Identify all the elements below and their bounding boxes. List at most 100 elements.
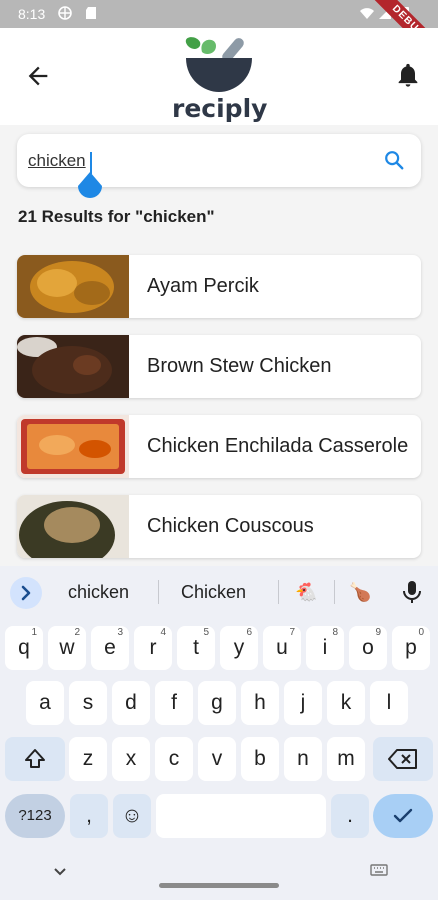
notifications-bell-icon[interactable] bbox=[394, 61, 422, 89]
key-l[interactable]: l bbox=[370, 681, 408, 725]
logo-text: reciply bbox=[172, 94, 268, 123]
key-f[interactable]: f bbox=[155, 681, 193, 725]
chevron-right-icon bbox=[21, 585, 31, 601]
key-o[interactable]: o9 bbox=[349, 626, 387, 670]
divider bbox=[158, 580, 159, 604]
key-z[interactable]: z bbox=[69, 737, 107, 781]
key-label: y bbox=[233, 636, 245, 659]
key-hint: 1 bbox=[31, 627, 37, 638]
sd-card-icon bbox=[86, 7, 96, 19]
key-a[interactable]: a bbox=[26, 681, 64, 725]
key-s[interactable]: s bbox=[69, 681, 107, 725]
key-hint: 8 bbox=[332, 627, 338, 638]
navigation-bar bbox=[0, 858, 438, 900]
cursor-handle-icon[interactable] bbox=[78, 172, 102, 200]
shift-key[interactable] bbox=[5, 737, 65, 781]
on-screen-keyboard: chicken Chicken 🐔 🍗 q1 w2 e3 r4 t5 y6 u7… bbox=[0, 566, 438, 900]
key-b[interactable]: b bbox=[241, 737, 279, 781]
key-label: t bbox=[193, 636, 199, 659]
key-hint: 4 bbox=[160, 627, 166, 638]
key-hint: 6 bbox=[246, 627, 252, 638]
status-bar: 8:13 DEBUG bbox=[0, 0, 438, 71]
recipe-card[interactable]: Chicken Enchilada Casserole bbox=[17, 415, 421, 478]
suggestion-word[interactable]: Chicken bbox=[181, 582, 246, 603]
enter-key[interactable] bbox=[373, 794, 433, 838]
emoji-suggestion[interactable]: 🍗 bbox=[349, 582, 371, 603]
recipe-name: Chicken Couscous bbox=[147, 515, 314, 537]
home-gesture-bar[interactable] bbox=[159, 883, 279, 888]
key-n[interactable]: n bbox=[284, 737, 322, 781]
text-cursor bbox=[90, 152, 92, 174]
key-g[interactable]: g bbox=[198, 681, 236, 725]
shift-arrow-icon bbox=[25, 749, 45, 768]
key-label: o bbox=[362, 636, 374, 659]
period-key[interactable]: . bbox=[331, 794, 369, 838]
spacebar[interactable] bbox=[156, 794, 326, 838]
recipe-name: Ayam Percik bbox=[147, 275, 259, 297]
key-label: w bbox=[59, 636, 75, 659]
key-u[interactable]: u7 bbox=[263, 626, 301, 670]
recipe-thumbnail bbox=[17, 495, 129, 558]
key-w[interactable]: w2 bbox=[48, 626, 86, 670]
key-label: u bbox=[276, 636, 288, 659]
recipe-name: Brown Stew Chicken bbox=[147, 355, 332, 377]
wifi-icon bbox=[360, 8, 374, 19]
key-e[interactable]: e3 bbox=[91, 626, 129, 670]
chevron-down-icon[interactable] bbox=[52, 866, 68, 878]
check-icon bbox=[393, 808, 413, 823]
key-m[interactable]: m bbox=[327, 737, 365, 781]
reciply-logo: reciply bbox=[172, 34, 268, 124]
key-p[interactable]: p0 bbox=[392, 626, 430, 670]
backspace-key[interactable] bbox=[373, 737, 433, 781]
symbols-key[interactable]: ?123 bbox=[5, 794, 65, 838]
key-label: r bbox=[149, 636, 157, 659]
key-hint: 2 bbox=[74, 627, 80, 638]
key-v[interactable]: v bbox=[198, 737, 236, 781]
key-hint: 3 bbox=[117, 627, 123, 638]
app-bar: reciply bbox=[0, 28, 438, 125]
recipe-card[interactable]: Chicken Couscous bbox=[17, 495, 421, 558]
arrow-back-icon[interactable] bbox=[24, 62, 52, 90]
key-t[interactable]: t5 bbox=[177, 626, 215, 670]
emoji-key[interactable]: ☺ bbox=[113, 794, 151, 838]
key-hint: 5 bbox=[203, 627, 209, 638]
vpn-globe-icon bbox=[58, 6, 72, 20]
search-icon[interactable] bbox=[383, 149, 405, 171]
suggestion-strip: chicken Chicken 🐔 🍗 bbox=[0, 566, 438, 618]
key-h[interactable]: h bbox=[241, 681, 279, 725]
key-label: p bbox=[405, 636, 417, 659]
microphone-icon[interactable] bbox=[401, 580, 423, 604]
results-count-heading: 21 Results for "chicken" bbox=[18, 207, 215, 226]
backspace-icon bbox=[388, 749, 417, 769]
recipe-card[interactable]: Ayam Percik bbox=[17, 255, 421, 318]
keyboard-switch-icon[interactable] bbox=[370, 864, 388, 878]
key-c[interactable]: c bbox=[155, 737, 193, 781]
key-label: i bbox=[322, 636, 328, 659]
key-label: q bbox=[18, 636, 30, 659]
key-q[interactable]: q1 bbox=[5, 626, 43, 670]
comma-key[interactable]: , bbox=[70, 794, 108, 838]
key-label: e bbox=[104, 636, 116, 659]
divider bbox=[278, 580, 279, 604]
key-hint: 9 bbox=[375, 627, 381, 638]
search-input[interactable] bbox=[28, 148, 368, 174]
key-d[interactable]: d bbox=[112, 681, 150, 725]
divider bbox=[334, 580, 335, 604]
key-x[interactable]: x bbox=[112, 737, 150, 781]
status-time: 8:13 bbox=[18, 6, 46, 22]
recipe-thumbnail bbox=[17, 255, 129, 318]
expand-suggestions-button[interactable] bbox=[10, 577, 42, 609]
key-j[interactable]: j bbox=[284, 681, 322, 725]
key-hint: 7 bbox=[289, 627, 295, 638]
key-i[interactable]: i8 bbox=[306, 626, 344, 670]
suggestion-word[interactable]: chicken bbox=[68, 582, 129, 603]
emoji-suggestion[interactable]: 🐔 bbox=[295, 582, 317, 603]
key-r[interactable]: r4 bbox=[134, 626, 172, 670]
key-y[interactable]: y6 bbox=[220, 626, 258, 670]
recipe-thumbnail bbox=[17, 415, 129, 478]
mortar-pestle-icon bbox=[185, 37, 252, 92]
key-hint: 0 bbox=[418, 627, 424, 638]
recipe-card[interactable]: Brown Stew Chicken bbox=[17, 335, 421, 398]
recipe-name: Chicken Enchilada Casserole bbox=[147, 435, 409, 457]
key-k[interactable]: k bbox=[327, 681, 365, 725]
